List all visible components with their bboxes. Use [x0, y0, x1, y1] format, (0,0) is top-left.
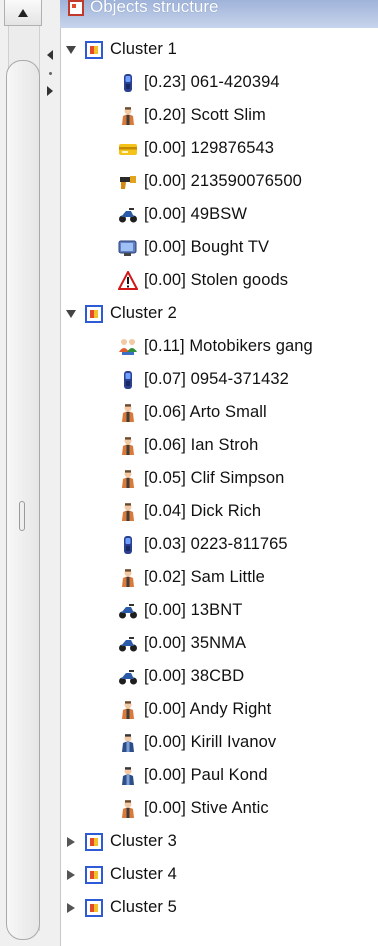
- cluster-label: Cluster 2: [110, 304, 177, 322]
- person-icon: [118, 568, 138, 588]
- tree-node-object[interactable]: [0.00] Andy Right: [60, 693, 378, 726]
- scroll-up-arrow-icon: [18, 8, 28, 17]
- group-icon: [118, 337, 138, 357]
- motorbike-icon: [118, 667, 138, 687]
- tree-node-object[interactable]: [0.06] Arto Small: [60, 396, 378, 429]
- phone-icon: [118, 535, 138, 555]
- tree-node-cluster[interactable]: Cluster 3: [60, 825, 378, 858]
- object-label: [0.00] Stive Antic: [144, 799, 269, 817]
- tree-node-object[interactable]: [0.00] 13BNT: [60, 594, 378, 627]
- person-icon: [118, 700, 138, 720]
- object-label: [0.20] Scott Slim: [144, 106, 266, 124]
- phone-icon: [118, 73, 138, 93]
- object-label: [0.11] Motobikers gang: [144, 337, 313, 355]
- object-label: [0.00] Paul Kond: [144, 766, 268, 784]
- tree-node-object[interactable]: [0.04] Dick Rich: [60, 495, 378, 528]
- expand-arrow-down-icon[interactable]: [64, 309, 78, 318]
- cluster-icon: [84, 304, 104, 324]
- card-icon: [118, 139, 138, 159]
- tree-node-object[interactable]: [0.20] Scott Slim: [60, 99, 378, 132]
- phone-icon: [118, 370, 138, 390]
- tree-node-cluster[interactable]: Cluster 1: [60, 33, 378, 66]
- person-icon: [118, 436, 138, 456]
- object-label: [0.04] Dick Rich: [144, 502, 262, 520]
- object-label: [0.00] 213590076500: [144, 172, 302, 190]
- cluster-icon: [84, 832, 104, 852]
- motorbike-icon: [118, 634, 138, 654]
- object-label: [0.00] Kirill Ivanov: [144, 733, 277, 751]
- tree-node-cluster[interactable]: Cluster 2: [60, 297, 378, 330]
- tree-node-object[interactable]: [0.11] Motobikers gang: [60, 330, 378, 363]
- object-label: [0.05] Clif Simpson: [144, 469, 285, 487]
- person-blue-icon: [118, 766, 138, 786]
- object-label: [0.00] Stolen goods: [144, 271, 289, 289]
- person-icon: [118, 799, 138, 819]
- object-label: [0.06] Arto Small: [144, 403, 267, 421]
- object-label: [0.00] 13BNT: [144, 601, 243, 619]
- motorbike-icon: [118, 205, 138, 225]
- person-icon: [118, 403, 138, 423]
- tree-node-object[interactable]: [0.07] 0954-371432: [60, 363, 378, 396]
- cluster-label: Cluster 3: [110, 832, 177, 850]
- cluster-label: Cluster 4: [110, 865, 177, 883]
- tree-node-object[interactable]: [0.00] 38CBD: [60, 660, 378, 693]
- object-label: [0.07] 0954-371432: [144, 370, 289, 388]
- object-label: [0.00] 38CBD: [144, 667, 245, 685]
- structure-icon: [68, 0, 84, 16]
- objects-tree: Cluster 1 [0.23] 061-420394 [0.20] Scott S…: [60, 33, 378, 924]
- tree-node-object[interactable]: [0.03] 0223-811765: [60, 528, 378, 561]
- cluster-label: Cluster 5: [110, 898, 177, 916]
- tree-node-object[interactable]: [0.00] Stive Antic: [60, 792, 378, 825]
- object-label: [0.06] Ian Stroh: [144, 436, 259, 454]
- person-icon: [118, 502, 138, 522]
- expand-arrow-down-icon[interactable]: [64, 45, 78, 54]
- panel-title: Objects structure: [90, 0, 219, 16]
- scrollbar-thumb[interactable]: [6, 60, 40, 940]
- splitter-dot-icon: [48, 71, 52, 75]
- person-icon: [118, 106, 138, 126]
- expand-arrow-right-icon[interactable]: [64, 869, 78, 880]
- gun-icon: [118, 172, 138, 192]
- warning-icon: [118, 270, 138, 291]
- left-scroll-panel: [0, 0, 61, 946]
- tree-node-object[interactable]: [0.06] Ian Stroh: [60, 429, 378, 462]
- panel-splitter[interactable]: [44, 50, 56, 96]
- tree-node-object[interactable]: [0.05] Clif Simpson: [60, 462, 378, 495]
- tree-node-object[interactable]: [0.02] Sam Little: [60, 561, 378, 594]
- tree-node-cluster[interactable]: Cluster 4: [60, 858, 378, 891]
- tv-icon: [118, 238, 138, 258]
- object-label: [0.00] 35NMA: [144, 634, 247, 652]
- object-label: [0.02] Sam Little: [144, 568, 265, 586]
- object-label: [0.23] 061-420394: [144, 73, 280, 91]
- tree-node-object[interactable]: [0.00] 129876543: [60, 132, 378, 165]
- expand-arrow-right-icon[interactable]: [64, 836, 78, 847]
- tree-node-object[interactable]: [0.00] Stolen goods: [60, 264, 378, 297]
- tree-node-object[interactable]: [0.00] 213590076500: [60, 165, 378, 198]
- object-label: [0.00] Bought TV: [144, 238, 270, 256]
- tree-node-object[interactable]: [0.00] Paul Kond: [60, 759, 378, 792]
- cluster-icon: [84, 40, 104, 60]
- object-label: [0.00] Andy Right: [144, 700, 272, 718]
- panel-header: Objects structure: [60, 0, 378, 28]
- object-label: [0.00] 129876543: [144, 139, 275, 157]
- motorbike-icon: [118, 601, 138, 621]
- scroll-up-button[interactable]: [4, 0, 42, 26]
- tree-node-object[interactable]: [0.00] Bought TV: [60, 231, 378, 264]
- object-label: [0.03] 0223-811765: [144, 535, 288, 553]
- tree-node-object[interactable]: [0.00] 35NMA: [60, 627, 378, 660]
- person-blue-icon: [118, 733, 138, 753]
- tree-node-cluster[interactable]: Cluster 5: [60, 891, 378, 924]
- cluster-label: Cluster 1: [110, 40, 177, 58]
- person-icon: [118, 469, 138, 489]
- cluster-icon: [84, 898, 104, 918]
- tree-node-object[interactable]: [0.00] 49BSW: [60, 198, 378, 231]
- object-label: [0.00] 49BSW: [144, 205, 248, 223]
- cluster-icon: [84, 865, 104, 885]
- expand-arrow-right-icon[interactable]: [64, 902, 78, 913]
- scrollbar-grip-icon: [19, 501, 25, 531]
- expand-right-icon[interactable]: [47, 86, 53, 96]
- collapse-left-icon[interactable]: [47, 50, 53, 60]
- tree-node-object[interactable]: [0.23] 061-420394: [60, 66, 378, 99]
- tree-node-object[interactable]: [0.00] Kirill Ivanov: [60, 726, 378, 759]
